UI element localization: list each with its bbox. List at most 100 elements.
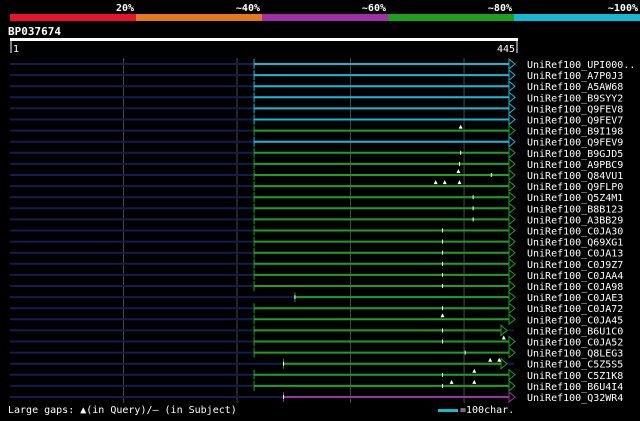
- query-gap-marker: [442, 180, 447, 185]
- hit-label[interactable]: UniRef100_B8B123: [527, 204, 623, 215]
- hit-label[interactable]: UniRef100_Q8LEG3: [527, 349, 623, 360]
- hit-end-arrow: [508, 91, 516, 104]
- hit-end-arrow: [508, 246, 516, 259]
- hit-end-arrow: [508, 57, 516, 71]
- legend-segment-1: [10, 14, 136, 21]
- alignment-row: UniRef100_B9SYY2: [10, 91, 623, 104]
- hit-label[interactable]: UniRef100_A3BB29: [527, 215, 623, 226]
- scale-legend: =100char.: [438, 405, 514, 416]
- alignment-row: UniRef100_Q9FEV8: [10, 102, 623, 115]
- query-gap-marker: [456, 169, 461, 173]
- hit-label[interactable]: UniRef100_C0JAA4: [527, 271, 623, 282]
- hit-label[interactable]: UniRef100_B9I198: [527, 127, 623, 138]
- legend-segment-2: [136, 14, 262, 21]
- hit-end-arrow: [508, 202, 516, 215]
- hit-label[interactable]: UniRef100_UPI000..: [527, 60, 635, 71]
- alignment-row: UniRef100_UPI000..: [10, 57, 635, 71]
- legend-label-5: ~100%: [608, 3, 638, 14]
- hit-end-arrow: [508, 157, 516, 170]
- hit-end-arrow: [508, 346, 516, 359]
- query-id-label: BP037674: [8, 25, 61, 38]
- hit-label[interactable]: UniRef100_Q69XG1: [527, 238, 623, 249]
- alignment-row: UniRef100_Q69XG1: [10, 235, 623, 249]
- hit-label[interactable]: UniRef100_A7P0J3: [527, 71, 623, 82]
- hit-end-arrow: [508, 135, 516, 148]
- hit-end-arrow: [508, 191, 516, 204]
- query-gap-marker: [472, 379, 477, 384]
- hit-end-arrow: [508, 257, 516, 270]
- scale-legend-label: =100char.: [460, 405, 515, 416]
- alignment-row: UniRef100_C0JA45: [10, 313, 623, 326]
- hit-label[interactable]: UniRef100_B6U4I4: [527, 382, 623, 393]
- hit-end-arrow: [508, 313, 516, 326]
- hit-end-arrow: [508, 113, 516, 126]
- hit-label[interactable]: UniRef100_B9SYY2: [527, 93, 623, 104]
- query-gap-marker: [433, 180, 438, 185]
- alignment-row: UniRef100_A5AW68: [10, 80, 623, 93]
- alignment-row: UniRef100_Q32WR4: [10, 390, 623, 404]
- query-start-label: 1: [13, 44, 19, 55]
- hit-label[interactable]: UniRef100_C0JA30: [527, 227, 623, 238]
- alignment-row: UniRef100_C5Z1K8: [10, 368, 623, 382]
- hit-end-arrow: [508, 124, 516, 137]
- hit-label[interactable]: UniRef100_B6U1C0: [527, 326, 623, 337]
- hit-label[interactable]: UniRef100_A9PBC9: [527, 160, 623, 171]
- alignment-row: UniRef100_A3BB29: [10, 213, 623, 226]
- query-gap-marker: [449, 379, 454, 384]
- hit-end-arrow: [508, 235, 516, 248]
- identity-legend-bar: [10, 14, 640, 21]
- hit-label[interactable]: UniRef100_C0JA52: [527, 338, 623, 349]
- query-bar: [10, 38, 518, 41]
- hit-end-arrow: [508, 224, 516, 237]
- hit-label[interactable]: UniRef100_A5AW68: [527, 82, 623, 93]
- query-sequence-track: 1 445: [10, 38, 518, 55]
- hit-label[interactable]: UniRef100_C0J9Z7: [527, 260, 623, 271]
- legend-label-2: ~40%: [236, 3, 260, 14]
- hit-end-arrow: [508, 180, 516, 193]
- hit-label[interactable]: UniRef100_Q9FEV8: [527, 104, 623, 115]
- alignment-row: UniRef100_C0JA72: [10, 302, 623, 315]
- alignment-row: UniRef100_B6U4I4: [10, 379, 623, 393]
- alignment-row: UniRef100_C0JA13: [10, 246, 623, 260]
- alignment-row: UniRef100_Q8LEG3: [10, 346, 623, 360]
- hit-label[interactable]: UniRef100_C5Z5S5: [527, 360, 623, 371]
- hit-label[interactable]: UniRef100_Q9FLP0: [527, 182, 623, 193]
- legend-label-4: ~80%: [488, 3, 512, 14]
- legend-segment-5: [514, 14, 640, 21]
- hit-label[interactable]: UniRef100_C0JA98: [527, 282, 623, 293]
- alignment-row: UniRef100_Q9FEV9: [10, 135, 623, 149]
- hit-label[interactable]: UniRef100_C0JA13: [527, 249, 623, 260]
- hit-label[interactable]: UniRef100_C0JA72: [527, 304, 623, 315]
- legend-segment-4: [388, 14, 514, 21]
- hit-end-arrow: [508, 80, 516, 93]
- hit-label[interactable]: UniRef100_Q84VU1: [527, 171, 623, 182]
- hit-label[interactable]: UniRef100_C0JA45: [527, 315, 623, 326]
- alignment-row: UniRef100_B9I198: [10, 124, 623, 138]
- hit-label[interactable]: UniRef100_Q5Z4M1: [527, 193, 623, 204]
- hit-end-arrow: [508, 335, 516, 348]
- legend-label-1: 20%: [116, 3, 134, 14]
- hit-label[interactable]: UniRef100_C0JAE3: [527, 293, 623, 304]
- alignment-row: UniRef100_Q9FEV7: [10, 113, 623, 127]
- alignment-row: UniRef100_B8B123: [10, 202, 623, 215]
- hit-label[interactable]: UniRef100_Q32WR4: [527, 393, 623, 404]
- hit-label[interactable]: UniRef100_C5Z1K8: [527, 371, 623, 382]
- alignment-row: UniRef100_C0JAE3: [10, 291, 623, 304]
- hit-label[interactable]: UniRef100_Q9FEV7: [527, 116, 623, 127]
- alignment-row: UniRef100_C0JA98: [10, 279, 623, 293]
- hit-end-arrow: [508, 302, 516, 315]
- hit-label[interactable]: UniRef100_B9GJD5: [527, 149, 623, 160]
- alignment-row: UniRef100_C5Z5S5: [10, 357, 623, 371]
- query-end-label: 445: [497, 44, 515, 55]
- alignment-row: UniRef100_C0JA30: [10, 224, 623, 238]
- hit-end-arrow: [508, 379, 516, 392]
- query-gap-marker: [457, 180, 462, 185]
- hit-end-arrow: [508, 268, 516, 281]
- scale-swatch: [438, 408, 458, 412]
- hit-label[interactable]: UniRef100_Q9FEV9: [527, 138, 623, 149]
- identity-legend-labels: 20% ~40% ~60% ~80% ~100%: [116, 3, 638, 14]
- alignment-row: UniRef100_A9PBC9: [10, 157, 623, 171]
- alignment-row: UniRef100_A7P0J3: [10, 69, 623, 82]
- query-gap-marker: [488, 357, 493, 362]
- hit-end-arrow: [508, 146, 516, 159]
